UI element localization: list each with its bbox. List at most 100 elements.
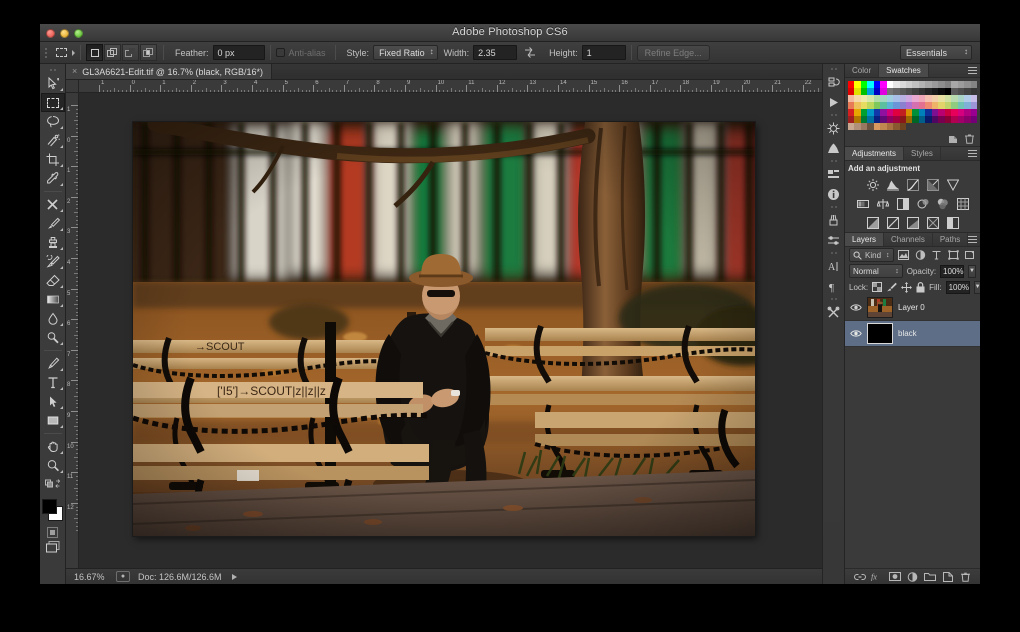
layer-mask-icon[interactable] xyxy=(889,571,901,583)
tool-presets-icon[interactable] xyxy=(824,302,844,322)
opacity-input[interactable]: 100% xyxy=(940,265,964,278)
spot-healing-brush-tool[interactable] xyxy=(41,195,65,214)
rectangular-marquee-tool[interactable] xyxy=(41,93,65,112)
brush-tool[interactable] xyxy=(41,214,65,233)
rectangle-tool[interactable] xyxy=(41,411,65,430)
subtract-from-selection-button[interactable] xyxy=(122,44,139,61)
swatch-0-19[interactable] xyxy=(971,81,977,88)
histogram-icon[interactable] xyxy=(824,138,844,158)
edit-toolbar-icon[interactable] xyxy=(41,475,65,494)
color-lookup-icon[interactable] xyxy=(956,197,969,210)
delete-layer-icon[interactable] xyxy=(959,571,971,583)
gradient-map-icon[interactable] xyxy=(926,216,939,229)
intersect-selection-button[interactable] xyxy=(140,44,157,61)
lock-all-icon[interactable] xyxy=(916,281,925,293)
levels-icon[interactable] xyxy=(886,178,899,191)
quick-mask-mode-button[interactable] xyxy=(47,527,58,538)
image-canvas[interactable]: →SCOUT xyxy=(133,122,755,536)
pen-tool[interactable] xyxy=(41,354,65,373)
style-select[interactable]: Fixed Ratio xyxy=(373,45,438,60)
selective-color-icon[interactable] xyxy=(946,216,959,229)
character-icon[interactable]: A xyxy=(824,256,844,276)
delete-swatch-icon[interactable] xyxy=(965,131,974,149)
width-input[interactable]: 2.35 xyxy=(473,45,517,60)
color-balance-icon[interactable] xyxy=(876,197,889,210)
layer-list[interactable]: Layer 0 black xyxy=(845,295,980,568)
color-chips[interactable] xyxy=(41,498,65,524)
gradient-tool[interactable] xyxy=(41,290,65,309)
close-icon[interactable]: × xyxy=(72,67,77,76)
hue-saturation-icon[interactable] xyxy=(856,197,869,210)
lasso-tool[interactable] xyxy=(41,112,65,131)
dodge-tool[interactable] xyxy=(41,328,65,347)
new-selection-button[interactable] xyxy=(86,44,103,61)
tab-adjustments[interactable]: Adjustments xyxy=(845,147,904,160)
fill-input[interactable]: 100% xyxy=(946,281,970,294)
history-brush-tool[interactable] xyxy=(41,252,65,271)
panel-menu-icon[interactable] xyxy=(968,236,977,244)
filter-smart-icon[interactable] xyxy=(964,249,977,262)
tab-styles[interactable]: Styles xyxy=(904,147,941,160)
status-expand-arrow[interactable] xyxy=(232,574,237,580)
new-layer-icon[interactable] xyxy=(942,571,954,583)
brush-settings-icon[interactable] xyxy=(824,230,844,250)
black-white-icon[interactable] xyxy=(896,197,909,210)
posterize-icon[interactable] xyxy=(886,216,899,229)
panel-menu-icon[interactable] xyxy=(968,67,977,75)
feather-input[interactable]: 0 px xyxy=(213,45,265,60)
horizontal-type-tool[interactable] xyxy=(41,373,65,392)
swatch-1-19[interactable] xyxy=(971,88,977,95)
lock-image-icon[interactable] xyxy=(886,281,897,293)
canvas-viewport[interactable]: →SCOUT xyxy=(79,93,822,568)
swatch-5-19[interactable] xyxy=(971,116,977,123)
zoom-level-input[interactable]: 16.67% xyxy=(68,572,114,582)
swatch-grid[interactable] xyxy=(848,81,977,130)
tab-swatches[interactable]: Swatches xyxy=(879,64,929,77)
threshold-icon[interactable] xyxy=(906,216,919,229)
tab-paths[interactable]: Paths xyxy=(933,233,968,246)
add-to-selection-button[interactable] xyxy=(104,44,121,61)
horizontal-ruler[interactable]: 1012345678910111213141516171819202122232… xyxy=(79,80,822,93)
paragraph-icon[interactable]: ¶ xyxy=(824,276,844,296)
screen-mode-button[interactable] xyxy=(46,541,60,553)
tab-color[interactable]: Color xyxy=(845,64,879,77)
new-group-icon[interactable] xyxy=(924,571,936,583)
table-row[interactable]: black xyxy=(845,321,980,347)
layer-visibility-icon[interactable] xyxy=(849,303,862,312)
rectangular-marquee-icon[interactable] xyxy=(50,45,72,61)
fill-stepper[interactable]: ▼ xyxy=(974,281,980,294)
brightness-contrast-icon[interactable] xyxy=(866,178,879,191)
tool-preset-chevron-icon[interactable] xyxy=(72,50,75,56)
refine-edge-button[interactable]: Refine Edge... xyxy=(637,45,710,61)
lock-position-icon[interactable] xyxy=(901,281,912,293)
curves-icon[interactable] xyxy=(906,178,919,191)
swatch-4-19[interactable] xyxy=(971,109,977,116)
layer-name[interactable]: Layer 0 xyxy=(898,303,925,312)
brush-presets-icon[interactable] xyxy=(824,210,844,230)
document-tab[interactable]: × GL3A6621-Edit.tif @ 16.7% (black, RGB/… xyxy=(66,63,272,79)
properties-icon[interactable] xyxy=(824,164,844,184)
invert-icon[interactable] xyxy=(866,216,879,229)
info-icon[interactable] xyxy=(824,184,844,204)
mini-bridge-icon[interactable] xyxy=(824,118,844,138)
document-info-icon[interactable]: ● xyxy=(116,571,130,582)
anti-alias-checkbox[interactable] xyxy=(276,48,285,57)
swap-dimensions-icon[interactable] xyxy=(523,46,537,60)
new-swatch-icon[interactable] xyxy=(948,131,958,149)
layer-style-icon[interactable]: fx xyxy=(871,571,883,583)
table-row[interactable]: Layer 0 xyxy=(845,295,980,321)
history-icon[interactable] xyxy=(824,72,844,92)
crop-tool[interactable] xyxy=(41,150,65,169)
height-input[interactable]: 1 xyxy=(582,45,626,60)
filter-pixel-icon[interactable] xyxy=(898,249,911,262)
tab-layers[interactable]: Layers xyxy=(845,233,884,246)
path-selection-tool[interactable] xyxy=(41,392,65,411)
actions-play-icon[interactable] xyxy=(824,92,844,112)
blur-tool[interactable] xyxy=(41,309,65,328)
move-tool[interactable] xyxy=(41,74,65,93)
filter-type-icon[interactable] xyxy=(931,249,944,262)
quick-selection-tool[interactable] xyxy=(41,131,65,150)
foreground-color-swatch[interactable] xyxy=(42,499,57,514)
link-layers-icon[interactable] xyxy=(854,571,866,583)
zoom-tool[interactable] xyxy=(41,456,65,475)
